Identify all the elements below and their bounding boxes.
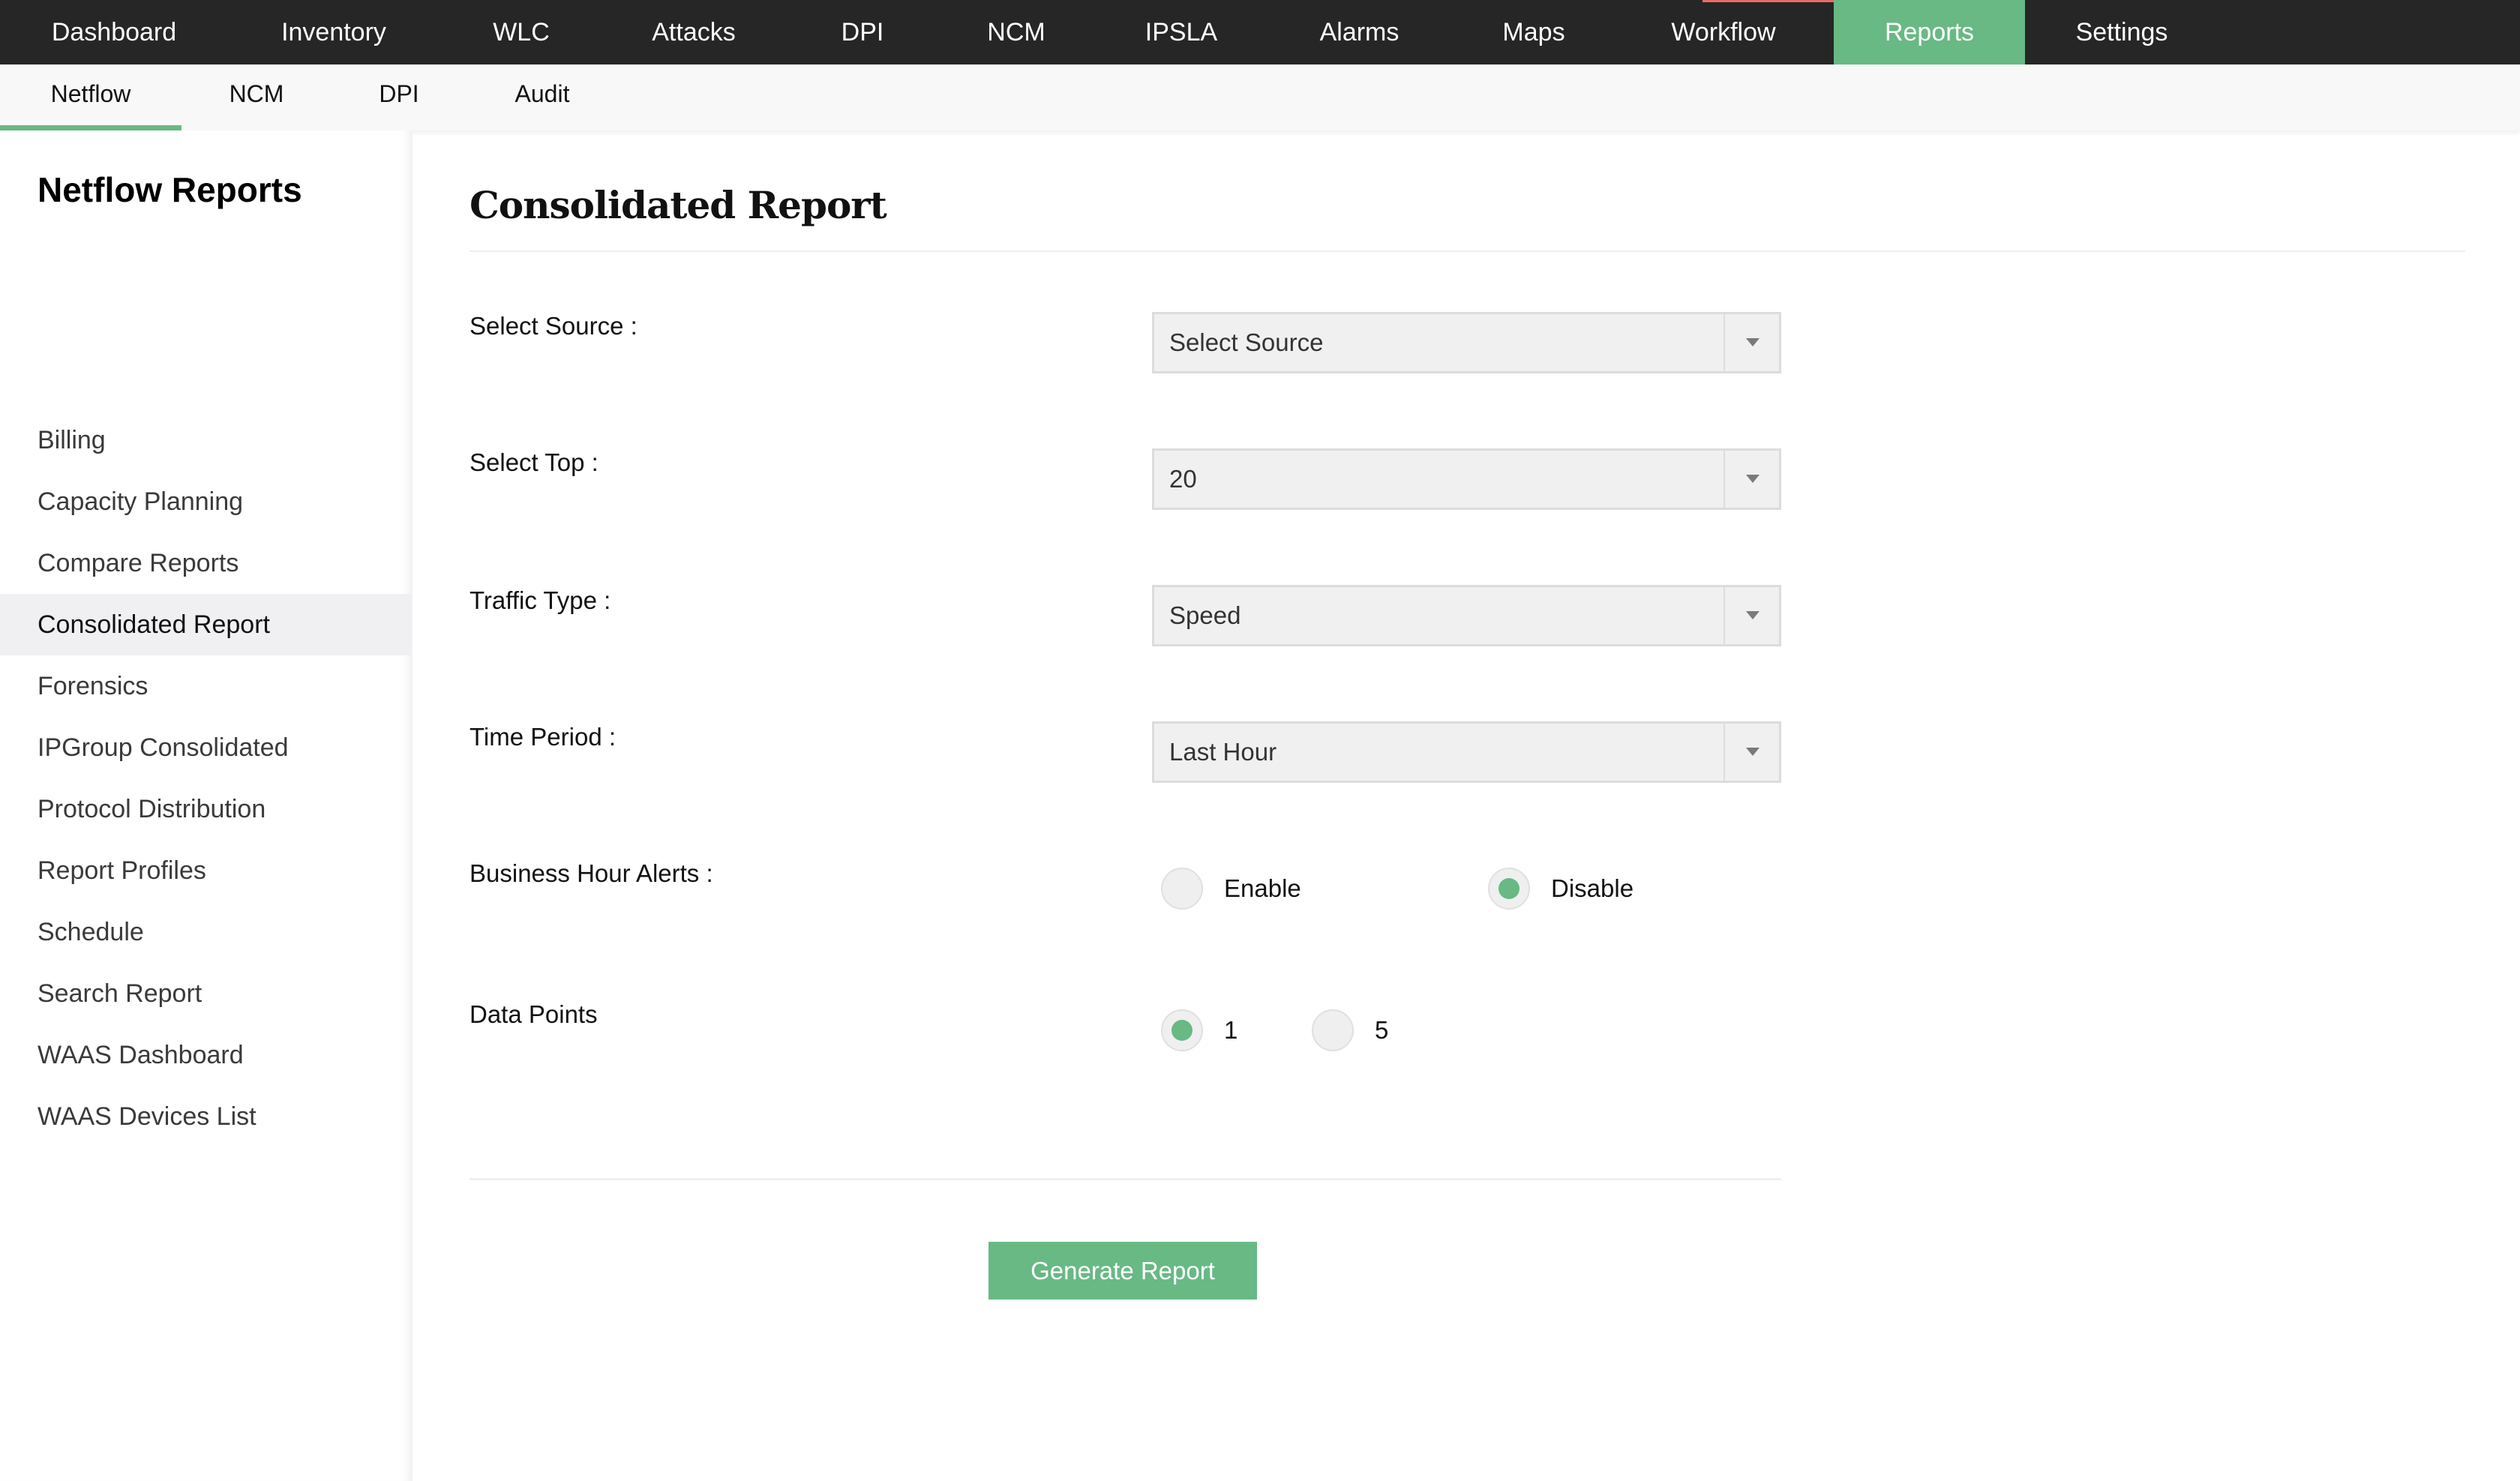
main-content: Consolidated Report Select Source : Sele… (412, 130, 2520, 1481)
sidebar-item-compare-reports[interactable]: Compare Reports (0, 532, 412, 594)
nav-alarms[interactable]: Alarms (1282, 0, 1436, 64)
sub-nav: Netflow NCM DPI Audit (0, 64, 2520, 130)
sidebar-item-ipgroup-consolidated[interactable]: IPGroup Consolidated (0, 717, 412, 778)
select-source-value: Select Source (1169, 328, 1324, 356)
sidebar-item-report-profiles[interactable]: Report Profiles (0, 840, 412, 901)
sidebar-item-forensics[interactable]: Forensics (0, 655, 412, 717)
select-top-dropdown[interactable]: 20 (1152, 448, 1781, 510)
chevron-down-icon (1746, 748, 1760, 756)
radio-label: 1 (1224, 1016, 1238, 1044)
nav-settings[interactable]: Settings (2040, 0, 2204, 64)
sidebar-menu: Billing Capacity Planning Compare Report… (0, 409, 412, 1147)
traffic-type-label: Traffic Type : (470, 586, 611, 614)
nav-dashboard[interactable]: Dashboard (30, 0, 198, 64)
nav-inventory[interactable]: Inventory (248, 0, 420, 64)
sidebar-item-consolidated-report[interactable]: Consolidated Report (0, 594, 412, 655)
subnav-ncm[interactable]: NCM (204, 64, 309, 130)
data-points-label: Data Points (470, 1000, 598, 1028)
select-top-value: 20 (1169, 465, 1197, 493)
subnav-audit[interactable]: Audit (488, 64, 597, 130)
sidebar-item-waas-dashboard[interactable]: WAAS Dashboard (0, 1024, 412, 1086)
top-nav: Dashboard Inventory WLC Attacks DPI NCM … (0, 0, 2520, 64)
sidebar-title: Netflow Reports (38, 170, 302, 209)
generate-report-button[interactable]: Generate Report (988, 1242, 1257, 1300)
business-hour-disable-radio[interactable]: Disable (1488, 868, 1634, 910)
subnav-dpi[interactable]: DPI (352, 64, 446, 130)
radio-label: 5 (1375, 1016, 1389, 1044)
sidebar-item-search-report[interactable]: Search Report (0, 963, 412, 1024)
sidebar-item-schedule[interactable]: Schedule (0, 901, 412, 963)
data-points-5-radio[interactable]: 5 (1312, 1009, 1388, 1051)
radio-circle[interactable] (1161, 1009, 1203, 1051)
traffic-type-dropdown[interactable]: Speed (1152, 585, 1781, 646)
data-points-1-radio[interactable]: 1 (1161, 1009, 1238, 1051)
nav-dpi[interactable]: DPI (802, 0, 922, 64)
sidebar-item-billing[interactable]: Billing (0, 409, 412, 471)
chevron-down-icon (1746, 338, 1760, 346)
dropdown-toggle (1724, 451, 1779, 508)
dropdown-toggle (1724, 724, 1779, 781)
nav-reports[interactable]: Reports (1834, 0, 2025, 64)
traffic-type-value: Speed (1169, 601, 1241, 629)
radio-circle[interactable] (1161, 868, 1203, 910)
time-period-dropdown[interactable]: Last Hour (1152, 721, 1781, 783)
radio-label: Enable (1224, 874, 1301, 902)
sidebar-item-protocol-distribution[interactable]: Protocol Distribution (0, 778, 412, 840)
sidebar-item-waas-devices-list[interactable]: WAAS Devices List (0, 1086, 412, 1147)
page-title: Consolidated Report (470, 183, 887, 227)
select-top-label: Select Top : (470, 448, 598, 476)
nav-workflow[interactable]: Workflow (1635, 0, 1812, 64)
dropdown-toggle (1724, 314, 1779, 371)
select-source-dropdown[interactable]: Select Source (1152, 312, 1781, 373)
time-period-label: Time Period : (470, 723, 616, 751)
time-period-value: Last Hour (1169, 738, 1277, 766)
sidebar: Netflow Reports Billing Capacity Plannin… (0, 130, 412, 1481)
nav-attacks[interactable]: Attacks (622, 0, 765, 64)
radio-circle[interactable] (1312, 1009, 1354, 1051)
subnav-netflow[interactable]: Netflow (0, 64, 182, 130)
nav-ncm[interactable]: NCM (952, 0, 1080, 64)
radio-label: Disable (1551, 874, 1634, 902)
nav-ipsla[interactable]: IPSLA (1118, 0, 1245, 64)
title-divider (470, 250, 2465, 252)
business-hour-alerts-label: Business Hour Alerts : (470, 859, 713, 887)
sidebar-item-capacity-planning[interactable]: Capacity Planning (0, 471, 412, 532)
radio-circle[interactable] (1488, 868, 1530, 910)
chevron-down-icon (1746, 611, 1760, 619)
form-divider (470, 1178, 1781, 1180)
nav-maps[interactable]: Maps (1470, 0, 1598, 64)
dropdown-toggle (1724, 587, 1779, 644)
chevron-down-icon (1746, 475, 1760, 483)
select-source-label: Select Source : (470, 312, 638, 340)
nav-wlc[interactable]: WLC (458, 0, 585, 64)
business-hour-enable-radio[interactable]: Enable (1161, 868, 1301, 910)
